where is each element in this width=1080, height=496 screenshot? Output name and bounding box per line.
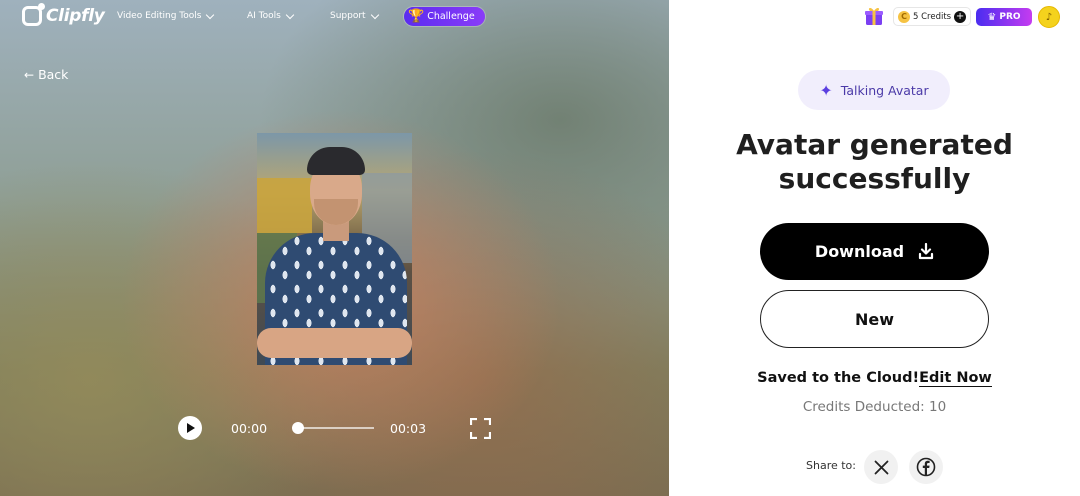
chevron-down-icon: [370, 10, 379, 19]
saved-to-cloud-line: Saved to the Cloud!Edit Now: [669, 370, 1080, 387]
user-avatar[interactable]: ♪: [1038, 6, 1060, 28]
trophy-icon: 🏆: [408, 9, 425, 24]
badge-label: Talking Avatar: [840, 82, 929, 98]
logo-text: Clipfly: [46, 6, 105, 26]
credits-label: 5 Credits: [913, 11, 952, 22]
download-label: Download: [814, 242, 905, 261]
coin-icon: C: [898, 10, 910, 23]
pro-button[interactable]: ♛ PRO: [976, 8, 1032, 26]
share-x-button[interactable]: [864, 450, 898, 484]
nav-ai-tools[interactable]: AI Tools: [247, 10, 295, 21]
credits-counter[interactable]: C 5 Credits +: [893, 7, 972, 26]
edit-now-link[interactable]: Edit Now: [919, 370, 992, 387]
logo-icon: [22, 3, 45, 26]
avatar-video-frame[interactable]: [257, 133, 412, 365]
talking-avatar-badge: ✦ Talking Avatar: [798, 70, 950, 110]
challenge-button[interactable]: 🏆 Challenge: [404, 7, 485, 26]
download-button[interactable]: Download: [760, 223, 989, 280]
back-label: Back: [38, 67, 69, 82]
current-time: 00:00: [231, 421, 268, 436]
crown-icon: ♛: [987, 11, 997, 23]
nav-label: Support: [330, 11, 366, 21]
new-button[interactable]: New: [760, 290, 989, 348]
gift-icon[interactable]: [864, 6, 884, 26]
arrow-left-icon: ←: [24, 67, 35, 82]
avatar-arms: [257, 328, 412, 358]
nav-video-editing-tools[interactable]: Video Editing Tools: [117, 10, 215, 21]
nav-label: Video Editing Tools: [117, 11, 202, 21]
headline-line-2: successfully: [778, 162, 971, 195]
share-label: Share to:: [806, 459, 856, 472]
chevron-down-icon: [206, 10, 215, 19]
x-twitter-icon: [874, 460, 888, 474]
facebook-icon: [916, 457, 936, 477]
challenge-label: Challenge: [427, 11, 475, 22]
play-button[interactable]: [178, 416, 202, 440]
headline-line-1: Avatar generated: [736, 128, 1013, 161]
add-credits-icon[interactable]: +: [954, 10, 967, 23]
download-icon: [918, 243, 934, 260]
success-headline: Avatar generated successfully: [669, 128, 1080, 196]
progress-track[interactable]: [297, 427, 374, 429]
saved-text: Saved to the Cloud!: [757, 370, 920, 386]
clipfly-logo[interactable]: Clipfly: [22, 3, 105, 26]
fullscreen-icon[interactable]: [470, 418, 491, 439]
new-label: New: [854, 309, 895, 329]
duration-time: 00:03: [390, 421, 427, 436]
music-note-icon: ♪: [1045, 11, 1053, 23]
back-link[interactable]: ← Back: [24, 67, 68, 82]
avatar-cap: [307, 147, 365, 175]
video-preview-panel: Clipfly Video Editing Tools AI Tools Sup…: [0, 0, 669, 496]
progress-handle[interactable]: [292, 422, 304, 434]
pro-label: PRO: [999, 12, 1021, 22]
nav-support[interactable]: Support: [330, 10, 379, 21]
nav-label: AI Tools: [247, 11, 281, 21]
credits-deducted: Credits Deducted: 10: [802, 399, 947, 415]
chevron-down-icon: [285, 10, 295, 19]
sparkle-wand-icon: ✦: [819, 80, 833, 100]
share-facebook-button[interactable]: [909, 450, 943, 484]
